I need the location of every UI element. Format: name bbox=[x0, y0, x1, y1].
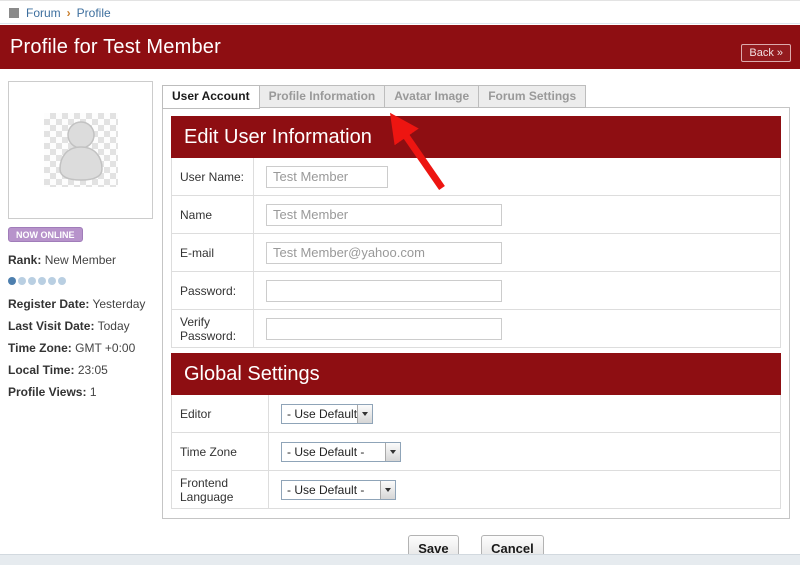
rank-row: Rank: New Member bbox=[8, 249, 158, 271]
chevron-down-icon bbox=[385, 443, 400, 461]
rank-dot bbox=[38, 277, 46, 285]
username-label: User Name: bbox=[172, 158, 254, 195]
frontend-language-select[interactable]: - Use Default - bbox=[281, 480, 396, 500]
module-icon bbox=[9, 8, 19, 18]
back-button[interactable]: Back » bbox=[741, 44, 791, 62]
rank-dot bbox=[58, 277, 66, 285]
stat-time-zone: Time Zone: GMT +0:00 bbox=[8, 337, 158, 359]
breadcrumb-separator-icon: › bbox=[67, 6, 71, 20]
edit-user-form: User Name: Name E-mail Password: Verify … bbox=[171, 158, 781, 348]
tab-avatar-image[interactable]: Avatar Image bbox=[384, 85, 479, 108]
tab-user-account[interactable]: User Account bbox=[162, 85, 260, 109]
rank-dot bbox=[48, 277, 56, 285]
form-row-editor: Editor - Use Default - bbox=[172, 395, 780, 433]
name-input[interactable] bbox=[266, 204, 502, 226]
tab-bar: User Account Profile Information Avatar … bbox=[162, 85, 790, 108]
breadcrumb: Forum › Profile bbox=[0, 2, 800, 24]
form-row-name: Name bbox=[172, 196, 780, 234]
rank-label: Rank: bbox=[8, 253, 41, 267]
email-label: E-mail bbox=[172, 234, 254, 271]
tab-forum-settings[interactable]: Forum Settings bbox=[478, 85, 586, 108]
time-zone-select[interactable]: - Use Default - bbox=[281, 442, 401, 462]
verify-password-label: Verify Password: bbox=[172, 310, 254, 347]
page-title: Profile for Test Member bbox=[10, 36, 221, 59]
profile-main: User Account Profile Information Avatar … bbox=[162, 85, 790, 562]
name-label: Name bbox=[172, 196, 254, 233]
rank-dot bbox=[18, 277, 26, 285]
email-input[interactable] bbox=[266, 242, 502, 264]
tab-panel-user-account: Edit User Information User Name: Name E-… bbox=[162, 107, 790, 519]
verify-password-input[interactable] bbox=[266, 318, 502, 340]
rank-dot bbox=[8, 277, 16, 285]
breadcrumb-link-profile[interactable]: Profile bbox=[77, 6, 111, 20]
form-row-email: E-mail bbox=[172, 234, 780, 272]
form-row-password: Password: bbox=[172, 272, 780, 310]
form-row-time-zone: Time Zone - Use Default - bbox=[172, 433, 780, 471]
avatar bbox=[44, 113, 118, 187]
page-footer-strip bbox=[0, 554, 800, 565]
person-silhouette-icon bbox=[52, 119, 110, 181]
form-row-frontend-language: Frontend Language - Use Default - bbox=[172, 471, 780, 509]
breadcrumb-link-forum[interactable]: Forum bbox=[26, 6, 61, 20]
stat-register-date: Register Date: Yesterday bbox=[8, 293, 158, 315]
profile-sidebar: NOW ONLINE Rank: New Member Register Dat… bbox=[8, 227, 158, 403]
section-header-edit-user: Edit User Information bbox=[171, 116, 781, 158]
rank-dot bbox=[28, 277, 36, 285]
editor-select[interactable]: - Use Default - bbox=[281, 404, 373, 424]
page-header: Profile for Test Member Back » bbox=[0, 25, 800, 69]
form-row-verify-password: Verify Password: bbox=[172, 310, 780, 348]
rank-dots bbox=[8, 271, 158, 293]
password-label: Password: bbox=[172, 272, 254, 309]
time-zone-label: Time Zone bbox=[172, 433, 269, 470]
stat-local-time: Local Time: 23:05 bbox=[8, 359, 158, 381]
global-settings-form: Editor - Use Default - Time Zone - Use D… bbox=[171, 395, 781, 509]
chevron-down-icon bbox=[380, 481, 395, 499]
editor-label: Editor bbox=[172, 395, 269, 432]
section-header-global-settings: Global Settings bbox=[171, 353, 781, 395]
tab-profile-information[interactable]: Profile Information bbox=[259, 85, 386, 108]
password-input[interactable] bbox=[266, 280, 502, 302]
stat-last-visit: Last Visit Date: Today bbox=[8, 315, 158, 337]
avatar-panel bbox=[8, 81, 153, 219]
form-row-username: User Name: bbox=[172, 158, 780, 196]
stat-profile-views: Profile Views: 1 bbox=[8, 381, 158, 403]
rank-value: New Member bbox=[45, 253, 116, 267]
chevron-down-icon bbox=[357, 405, 372, 423]
status-badge: NOW ONLINE bbox=[8, 227, 83, 242]
username-input[interactable] bbox=[266, 166, 388, 188]
frontend-language-label: Frontend Language bbox=[172, 471, 269, 508]
